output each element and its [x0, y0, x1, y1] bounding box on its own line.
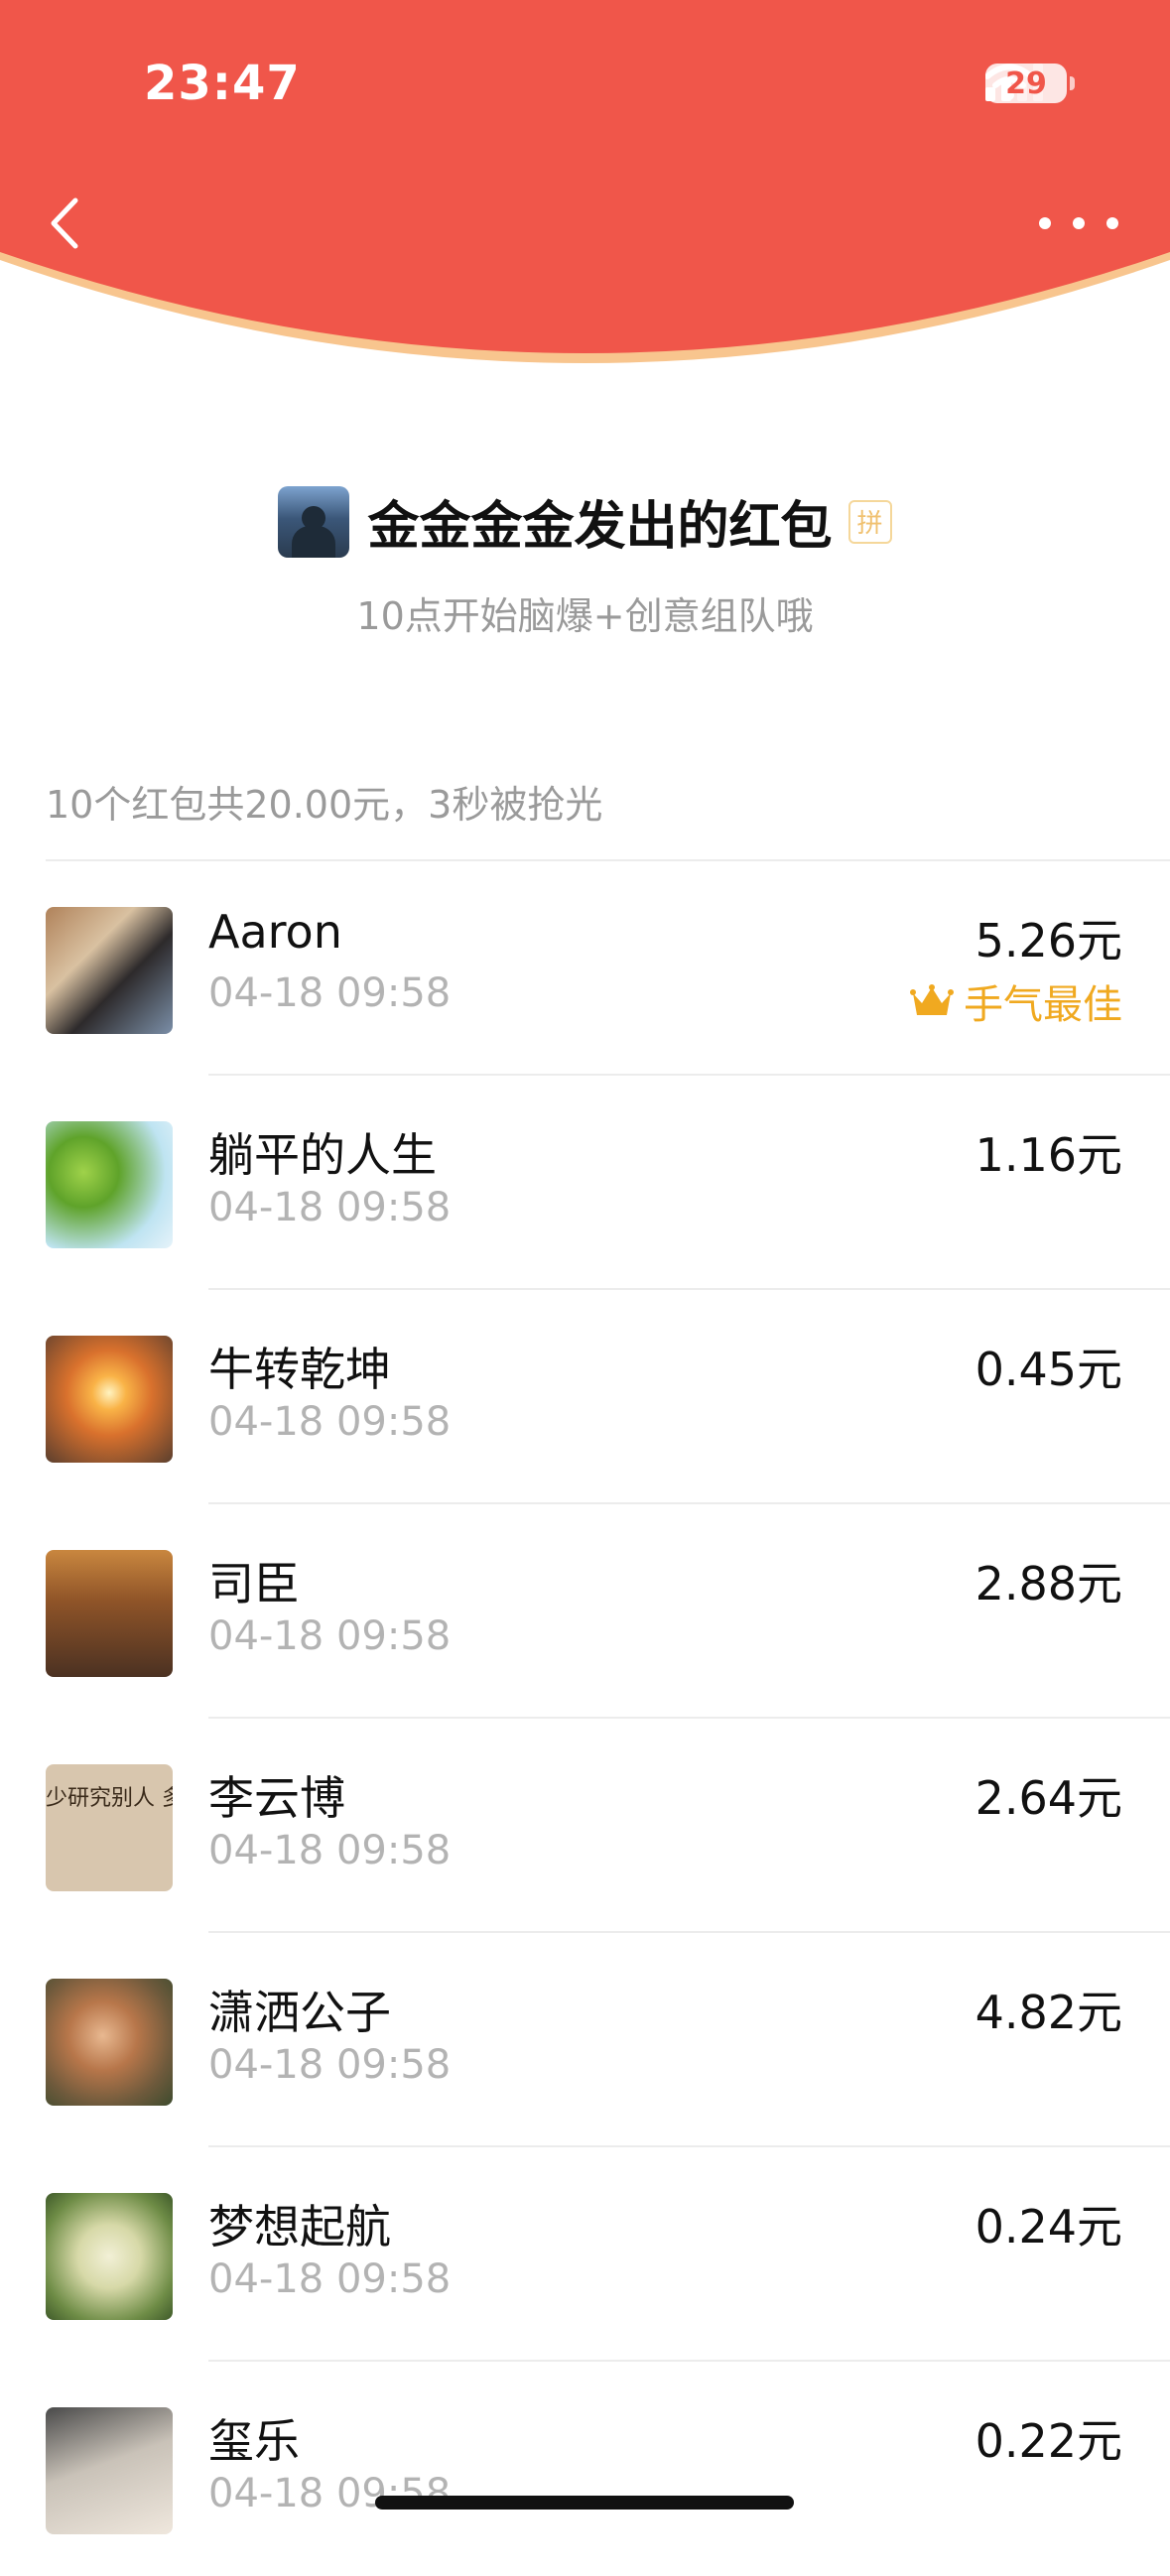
avatar[interactable] [46, 2193, 173, 2320]
grab-amount: 2.88元 [975, 1557, 1122, 1610]
avatar[interactable] [46, 1336, 173, 1463]
battery-level: 29 [1005, 65, 1047, 101]
best-luck-label: 手气最佳 [964, 982, 1122, 1028]
packet-title: 金金金金发出的红包 [367, 497, 833, 557]
user-name: 玺乐 [208, 2414, 300, 2468]
user-name: 司臣 [208, 1557, 300, 1610]
avatar[interactable] [46, 1550, 173, 1677]
grab-record-list: Aaron 04-18 09:58 5.26元 手气最佳 躺平的人生 04-18… [0, 861, 1170, 2576]
status-time: 23:47 [144, 56, 301, 111]
list-item[interactable]: 梦想起航 04-18 09:58 0.24元 [0, 2147, 1170, 2362]
packet-title-row: 金金金金发出的红包 拼 [0, 484, 1170, 559]
best-luck-badge: 手气最佳 [910, 972, 1122, 1030]
list-item[interactable]: 司臣 04-18 09:58 2.88元 [0, 1504, 1170, 1719]
grab-amount: 4.82元 [975, 1986, 1122, 2039]
grab-time: 04-18 09:58 [208, 1613, 452, 1659]
user-name: Aaron [208, 905, 342, 959]
grab-amount: 5.26元 [975, 914, 1122, 967]
avatar[interactable] [46, 2407, 173, 2534]
grab-time: 04-18 09:58 [208, 970, 452, 1016]
grab-amount: 0.45元 [975, 1343, 1122, 1396]
list-item[interactable]: 潇洒公子 04-18 09:58 4.82元 [0, 1933, 1170, 2147]
avatar-calligraphy: 少研究别人 多塑造自己 [46, 1786, 173, 1811]
crown-icon [910, 984, 954, 1015]
user-name: 躺平的人生 [208, 1128, 437, 1182]
grab-time: 04-18 09:58 [208, 2471, 452, 2516]
grab-time: 04-18 09:58 [208, 1828, 452, 1873]
packet-summary: 10个红包共20.00元，3秒被抢光 [46, 783, 603, 827]
red-packet-header: 23:47 29 [0, 0, 1170, 397]
user-name: 牛转乾坤 [208, 1343, 391, 1396]
avatar[interactable] [46, 1979, 173, 2106]
status-icons: 29 [985, 64, 1075, 103]
grab-time: 04-18 09:58 [208, 1185, 452, 1230]
avatar[interactable] [46, 907, 173, 1034]
list-item[interactable]: 牛转乾坤 04-18 09:58 0.45元 [0, 1290, 1170, 1504]
grab-amount: 0.22元 [975, 2414, 1122, 2468]
avatar[interactable] [46, 1121, 173, 1248]
grab-amount: 0.24元 [975, 2200, 1122, 2254]
grab-time: 04-18 09:58 [208, 2042, 452, 2088]
sender-avatar[interactable] [278, 485, 350, 558]
list-item[interactable]: 少研究别人 多塑造自己 李云博 04-18 09:58 2.64元 [0, 1719, 1170, 1933]
user-name: 梦想起航 [208, 2200, 391, 2254]
grab-time: 04-18 09:58 [208, 1399, 452, 1445]
user-name: 潇洒公子 [208, 1986, 391, 2039]
list-item[interactable]: 躺平的人生 04-18 09:58 1.16元 [0, 1076, 1170, 1290]
home-indicator[interactable] [375, 2496, 794, 2510]
pin-badge: 拼 [847, 499, 892, 544]
grab-amount: 2.64元 [975, 1771, 1122, 1825]
list-item[interactable]: 玺乐 04-18 09:58 0.22元 [0, 2362, 1170, 2576]
back-button[interactable] [40, 189, 89, 258]
more-options-button[interactable] [1039, 203, 1118, 243]
grab-time: 04-18 09:58 [208, 2256, 452, 2302]
grab-amount: 1.16元 [975, 1128, 1122, 1182]
user-name: 李云博 [208, 1771, 345, 1825]
packet-subtitle: 10点开始脑爆+创意组队哦 [356, 594, 814, 638]
list-item[interactable]: Aaron 04-18 09:58 5.26元 手气最佳 [0, 861, 1170, 1076]
battery-icon: 29 [985, 64, 1075, 103]
avatar[interactable]: 少研究别人 多塑造自己 [46, 1764, 173, 1891]
more-dots-icon [1039, 217, 1051, 229]
chevron-left-icon [51, 197, 78, 249]
